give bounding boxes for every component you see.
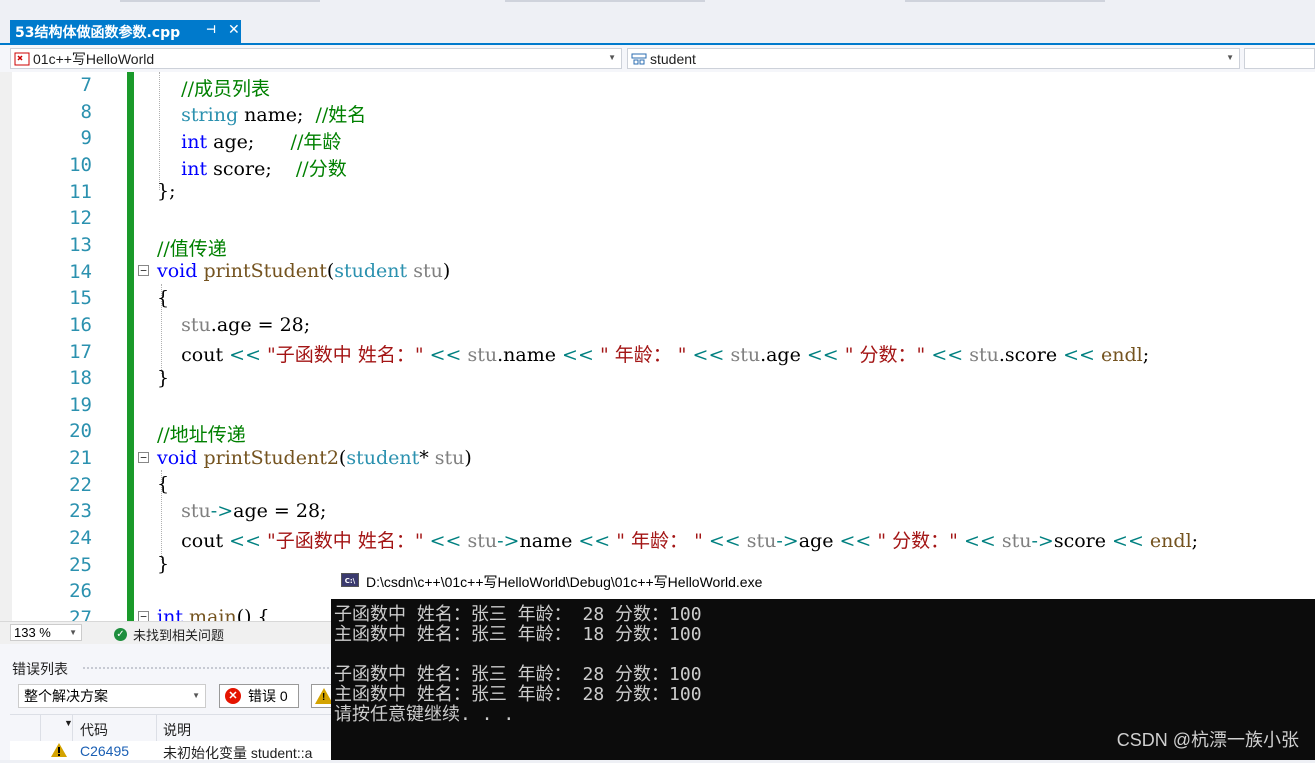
document-tab-title: 53结构体做函数参数.cpp	[15, 24, 181, 41]
code-line: //地址传递	[157, 424, 246, 446]
chevron-down-icon: ▼	[69, 628, 77, 637]
code-line: };	[157, 180, 176, 202]
console-line: 主函数中 姓名：张三 年龄： 18 分数：100	[334, 624, 702, 645]
code-line: int age; //年龄	[181, 131, 342, 153]
issues-text: 未找到相关问题	[133, 628, 225, 643]
code-line: void printStudent(student stu)	[157, 260, 451, 282]
errors-filter-button[interactable]: ✕ 错误 0	[219, 684, 299, 708]
code-line: }	[157, 553, 170, 575]
top-strip	[0, 0, 1315, 20]
close-icon[interactable]: ✕	[228, 22, 240, 38]
console-window[interactable]: C:\ D:\csdn\c++\01c++写HelloWorld\Debug\0…	[331, 563, 1315, 760]
line-number: 10	[69, 153, 92, 176]
project-dropdown[interactable]: 01c++写HelloWorld ▼	[10, 48, 622, 69]
line-number: 15	[69, 287, 92, 310]
panel-grip[interactable]	[82, 666, 332, 671]
line-number: 22	[69, 473, 92, 496]
errors-count-label: 错误 0	[248, 688, 288, 704]
project-icon	[14, 52, 30, 65]
editor-margin	[0, 72, 12, 621]
line-number: 23	[69, 500, 92, 523]
console-title-bar[interactable]: C:\ D:\csdn\c++\01c++写HelloWorld\Debug\0…	[331, 563, 1315, 599]
code-line: {	[157, 287, 170, 309]
document-tab-bar: 53结构体做函数参数.cpp ⊣ ✕	[0, 20, 1315, 45]
console-title: D:\csdn\c++\01c++写HelloWorld\Debug\01c++…	[366, 574, 763, 590]
column-header-description[interactable]: 说明	[163, 720, 191, 740]
project-name: 01c++写HelloWorld	[33, 50, 155, 67]
document-tab[interactable]: 53结构体做函数参数.cpp ⊣ ✕	[10, 20, 241, 43]
line-number: 17	[69, 340, 92, 363]
code-line: //成员列表	[181, 78, 270, 100]
line-number: 14	[69, 260, 92, 283]
zoom-level: 133 %	[14, 625, 51, 640]
line-number: 8	[80, 100, 92, 123]
code-line: stu->age = 28;	[181, 500, 327, 522]
scope-name: student	[650, 50, 696, 67]
line-number: 25	[69, 553, 92, 576]
fold-toggle-icon[interactable]: −	[138, 452, 149, 463]
error-description: 未初始化变量 student::a	[163, 745, 313, 761]
line-number: 27	[69, 607, 92, 621]
line-number: 24	[69, 527, 92, 550]
chevron-down-icon: ▼	[192, 691, 200, 700]
line-number: 12	[69, 207, 92, 230]
panel-title: 错误列表	[12, 661, 68, 677]
warning-icon	[51, 743, 67, 757]
line-number: 21	[69, 447, 92, 470]
line-number: 7	[80, 74, 92, 96]
struct-icon	[631, 53, 647, 64]
console-line: 请按任意键继续. . .	[334, 704, 515, 725]
code-line: int main() {	[157, 606, 270, 621]
line-number: 11	[69, 180, 92, 203]
console-app-icon: C:\	[341, 573, 359, 587]
check-icon: ✓	[114, 628, 127, 641]
line-number: 26	[69, 580, 92, 603]
code-line: stu.age = 28;	[181, 314, 311, 336]
code-editor[interactable]: 7 8 9 10 11 12 13 14 15 16 17 18 19 20 21 22 23 24 25 26 27 …	[0, 72, 1315, 621]
navigation-bar: 01c++写HelloWorld ▼ student ▼	[0, 45, 1315, 73]
chevron-down-icon: ▼	[1226, 53, 1234, 62]
error-icon: ✕	[225, 688, 241, 704]
solution-scope-dropdown[interactable]: 整个解决方案 ▼	[18, 684, 206, 708]
line-number: 18	[69, 367, 92, 390]
change-tracking-bar	[127, 72, 134, 621]
issues-indicator[interactable]: ✓ 未找到相关问题	[114, 625, 224, 644]
code-line: cout << "子函数中 姓名：" << stu.name << " 年龄： …	[157, 344, 1150, 366]
member-dropdown[interactable]	[1244, 48, 1315, 69]
error-code-link[interactable]: C26495	[80, 743, 129, 759]
line-number: 20	[69, 420, 92, 443]
pin-icon[interactable]: ⊣	[206, 23, 216, 36]
code-line: string name; //姓名	[181, 104, 367, 126]
scope-dropdown[interactable]: student ▼	[627, 48, 1240, 69]
line-number: 16	[69, 313, 92, 336]
zoom-dropdown[interactable]: 133 % ▼	[10, 624, 82, 641]
column-header-code[interactable]: 代码	[80, 720, 108, 740]
watermark: CSDN @杭漂一族小张	[1116, 730, 1299, 750]
solution-scope-label: 整个解决方案	[24, 688, 108, 704]
chevron-down-icon: ▼	[608, 53, 616, 62]
code-line: }	[157, 367, 170, 389]
code-line: cout << "子函数中 姓名：" << stu->name << " 年龄：…	[157, 530, 1199, 552]
code-line: void printStudent2(student* stu)	[157, 447, 472, 469]
fold-toggle-icon[interactable]: −	[138, 611, 149, 621]
fold-toggle-icon[interactable]: −	[138, 265, 149, 276]
code-line: int score; //分数	[181, 158, 347, 180]
line-number: 9	[80, 127, 92, 150]
line-number: 19	[69, 393, 92, 416]
line-number: 13	[69, 233, 92, 256]
code-line: //值传递	[157, 238, 227, 260]
code-line: {	[157, 473, 170, 495]
